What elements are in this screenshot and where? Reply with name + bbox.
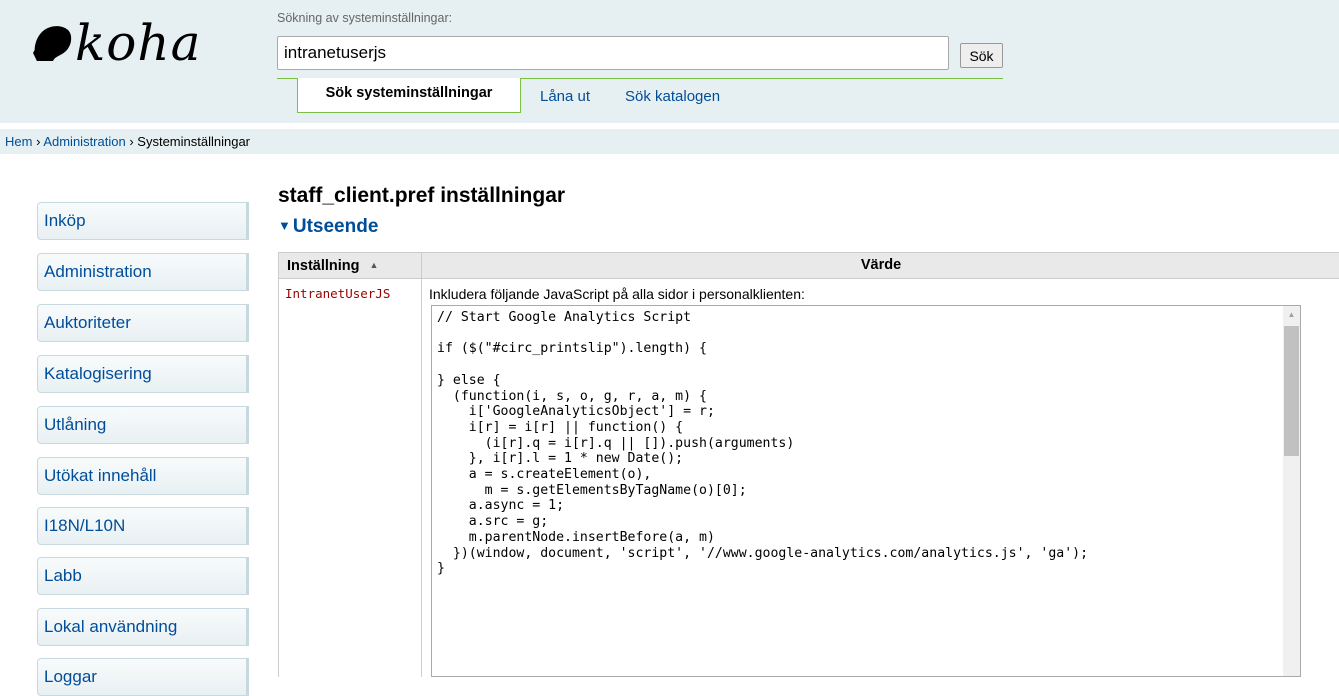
sidebar-item-labs[interactable]: Labb xyxy=(37,557,249,595)
breadcrumb-separator: › xyxy=(36,134,41,149)
section-heading: Utseende xyxy=(292,216,379,237)
logo-text: koha xyxy=(75,14,202,72)
koha-logo[interactable]: koha xyxy=(31,18,201,68)
sidebar-item-authorities[interactable]: Auktoriteter xyxy=(37,304,249,342)
sort-ascending-icon: ▲ xyxy=(369,260,379,270)
setting-name: IntranetUserJS xyxy=(279,279,422,677)
sidebar-item-administration[interactable]: Administration xyxy=(37,253,249,291)
sidebar-item-acquisitions[interactable]: Inköp xyxy=(37,202,249,240)
sidebar-item-logs[interactable]: Loggar xyxy=(37,658,249,696)
page-title: staff_client.pref inställningar xyxy=(278,184,566,207)
breadcrumb: Hem › Administration › Systeminställning… xyxy=(0,129,1339,154)
search-input[interactable] xyxy=(277,36,949,70)
breadcrumb-home[interactable]: Hem xyxy=(5,134,32,149)
header: koha Sökning av systeminställningar: Sök… xyxy=(0,0,1339,123)
column-header-setting-label: Inställning xyxy=(287,258,360,274)
setting-description: Inkludera följande JavaScript på alla si… xyxy=(429,286,805,302)
sidebar-item-local-use[interactable]: Lokal användning xyxy=(37,608,249,646)
sidebar-item-cataloging[interactable]: Katalogisering xyxy=(37,355,249,393)
sidebar-item-i18n-l10n[interactable]: I18N/L10N xyxy=(37,507,249,545)
scrollbar[interactable]: ▲ xyxy=(1283,306,1300,676)
scrollbar-thumb[interactable] xyxy=(1284,326,1299,456)
triangle-down-icon: ▼ xyxy=(278,218,291,233)
koha-head-logo-icon xyxy=(33,26,72,61)
search-button[interactable]: Sök xyxy=(960,43,1003,68)
sidebar-item-enhanced-content[interactable]: Utökat innehåll xyxy=(37,457,249,495)
preferences-table: Inställning ▲ Värde IntranetUserJS Inklud… xyxy=(278,252,1339,677)
breadcrumb-current: Systeminställningar xyxy=(137,134,251,149)
javascript-textarea[interactable]: // Start Google Analytics Script if ($("… xyxy=(431,305,1301,677)
column-header-setting[interactable]: Inställning ▲ xyxy=(279,253,422,279)
tab-checkout[interactable]: Låna ut xyxy=(540,88,590,105)
column-header-value[interactable]: Värde xyxy=(422,253,1339,279)
sidebar-item-circulation[interactable]: Utlåning xyxy=(37,406,249,444)
tab-search-preferences[interactable]: Sök systeminställningar xyxy=(297,78,521,113)
scroll-up-arrow-icon[interactable]: ▲ xyxy=(1283,306,1300,323)
breadcrumb-separator: › xyxy=(129,134,134,149)
javascript-code[interactable]: // Start Google Analytics Script if ($("… xyxy=(432,306,1300,577)
breadcrumb-administration[interactable]: Administration xyxy=(43,134,125,149)
section-toggle[interactable]: ▼ Utseende xyxy=(278,216,378,238)
search-label: Sökning av systeminställningar: xyxy=(277,11,453,25)
tab-search-catalog[interactable]: Sök katalogen xyxy=(625,88,720,105)
